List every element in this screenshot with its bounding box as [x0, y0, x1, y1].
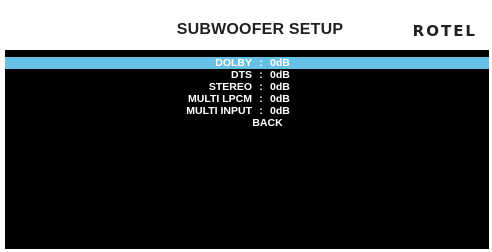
- menu-item-label: DTS: [231, 69, 252, 81]
- menu-item-label: MULTI INPUT: [186, 105, 252, 117]
- menu-item-value: 0dB: [270, 57, 290, 69]
- menu-item-separator: :: [259, 81, 263, 93]
- menu-item-dts[interactable]: DTS : 0dB: [5, 69, 489, 81]
- menu-item-label: MULTI LPCM: [188, 93, 252, 105]
- menu-item-dolby[interactable]: DOLBY : 0dB: [5, 57, 489, 69]
- menu-item-separator: :: [259, 93, 263, 105]
- menu-item-multi-lpcm[interactable]: MULTI LPCM : 0dB: [5, 93, 489, 105]
- subwoofer-menu: DOLBY : 0dB DTS : 0dB STEREO : 0dB MULTI…: [5, 57, 489, 129]
- menu-item-value: 0dB: [270, 69, 290, 81]
- menu-item-separator: :: [259, 105, 263, 117]
- rotel-logo: ROTEL: [412, 22, 477, 40]
- menu-item-label: DOLBY: [215, 57, 252, 69]
- menu-item-back[interactable]: BACK: [5, 117, 489, 129]
- setup-screen: SUBWOOFER SETUP ROTEL DOLBY : 0dB DTS : …: [0, 0, 492, 252]
- back-button[interactable]: BACK: [5, 117, 492, 129]
- menu-item-value: 0dB: [270, 93, 290, 105]
- menu-panel: DOLBY : 0dB DTS : 0dB STEREO : 0dB MULTI…: [5, 50, 489, 249]
- menu-item-value: 0dB: [270, 105, 290, 117]
- menu-item-stereo[interactable]: STEREO : 0dB: [5, 81, 489, 93]
- header-bar: SUBWOOFER SETUP ROTEL: [0, 0, 492, 48]
- menu-item-value: 0dB: [270, 81, 290, 93]
- menu-item-separator: :: [259, 57, 263, 69]
- menu-item-label: STEREO: [208, 81, 252, 93]
- menu-item-separator: :: [259, 69, 263, 81]
- menu-item-multi-input[interactable]: MULTI INPUT : 0dB: [5, 105, 489, 117]
